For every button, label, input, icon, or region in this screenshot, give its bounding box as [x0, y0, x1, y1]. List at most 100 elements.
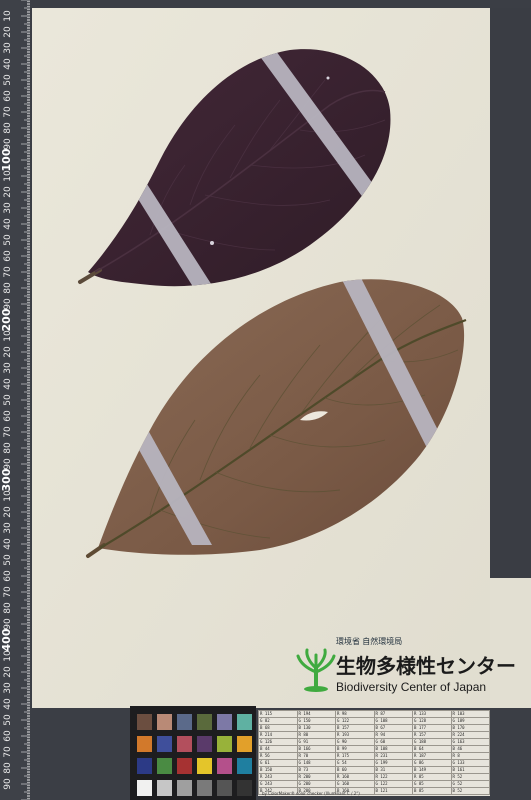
ruler-minor-label: 60: [3, 570, 13, 582]
center-name-english: Biodiversity Center of Japan: [336, 680, 487, 694]
color-table-cell: B 44: [258, 745, 298, 753]
ruler-minor-label: 40: [3, 218, 13, 230]
color-table-row: G 243 G 200 G 160 G 122 G 85 G 52: [258, 780, 490, 788]
color-table-cell: G 128: [412, 717, 452, 725]
ruler-minor-label: 90: [3, 138, 13, 150]
color-table-cell: B 130: [296, 724, 336, 732]
ruler-minor-label: 10: [3, 330, 13, 342]
color-table-cell: B 166: [296, 745, 336, 753]
color-patch: [217, 736, 232, 752]
color-table-cell: R 224: [450, 731, 490, 739]
color-table-cell: B 157: [335, 724, 375, 732]
ruler-minor-label: 90: [3, 458, 13, 470]
color-table-cell: R 8: [450, 752, 490, 760]
color-table-cell: B 150: [258, 766, 298, 774]
color-table-cell: G 60: [373, 738, 413, 746]
color-table-cell: G 189: [450, 717, 490, 725]
color-table-cell: G 52: [450, 780, 490, 788]
color-table-cell: R 85: [412, 773, 452, 781]
color-table-cell: R 193: [335, 731, 375, 739]
color-table-cell: G 108: [373, 717, 413, 725]
ruler-minor-label: 90: [3, 618, 13, 630]
ruler-minor-label: 80: [3, 282, 13, 294]
color-table-cell: G 133: [450, 759, 490, 767]
color-patch: [237, 736, 252, 752]
left-ruler: 1020304050607080901001020304050607080902…: [0, 0, 30, 800]
color-patch: [237, 758, 252, 774]
color-table-cell: R 122: [373, 773, 413, 781]
color-table-cell: G 54: [335, 759, 375, 767]
ruler-minor-label: 40: [3, 538, 13, 550]
color-patch: [217, 758, 232, 774]
ruler-minor-label: 20: [3, 186, 13, 198]
ruler-minor-label: 60: [3, 730, 13, 742]
ruler-minor-label: 90: [3, 778, 13, 790]
color-table-cell: B 73: [296, 766, 336, 774]
color-patch: [137, 758, 152, 774]
ruler-minor-label: 70: [3, 586, 13, 598]
color-patch: [197, 714, 212, 730]
color-table-cell: R 56: [258, 752, 298, 760]
color-table-cell: B 68: [258, 724, 298, 732]
color-table-cell: B 85: [412, 787, 452, 795]
ruler-minor-label: 50: [3, 394, 13, 406]
ruler-minor-label: 20: [3, 666, 13, 678]
color-patch: [217, 714, 232, 730]
color-table-cell: R 157: [412, 731, 452, 739]
color-table-cell: G 148: [296, 759, 336, 767]
ruler-major-label: 300: [0, 468, 13, 491]
right-scanner-edge: [490, 8, 531, 578]
color-table-cell: B 67: [373, 724, 413, 732]
color-table-cell: B 46: [450, 745, 490, 753]
color-table-cell: G 85: [412, 780, 452, 788]
color-patch: [217, 780, 232, 796]
color-patch: [237, 714, 252, 730]
ruler-minor-label: 30: [3, 202, 13, 214]
ruler-minor-label: 90: [3, 298, 13, 310]
color-table-cell: R 243: [258, 773, 298, 781]
color-table-row: G 126 G 91 G 90 G 60 G 188 G 163: [258, 738, 490, 746]
ruler-minor-label: 50: [3, 74, 13, 86]
color-table-cell: R 175: [335, 752, 375, 760]
ruler-minor-label: 60: [3, 410, 13, 422]
color-table-cell: R 103: [450, 710, 490, 718]
color-table-cell: G 163: [450, 738, 490, 746]
ruler-minor-label: 30: [3, 682, 13, 694]
color-table-cell: B 121: [373, 787, 413, 795]
color-table-cell: R 200: [296, 773, 336, 781]
color-table-row: B 68 B 130 B 157 B 67 B 177 B 170: [258, 724, 490, 732]
color-table-cell: R 194: [296, 710, 336, 718]
color-table-cell: B 177: [412, 724, 452, 732]
color-table-cell: G 150: [296, 717, 336, 725]
ruler-minor-label: 60: [3, 250, 13, 262]
ruler-minor-label: 80: [3, 122, 13, 134]
color-table-cell: B 52: [450, 787, 490, 795]
color-table-cell: R 52: [450, 773, 490, 781]
color-table-cell: G 86: [412, 759, 452, 767]
color-table-row: R 115 R 194 R 98 R 87 R 133 R 103: [258, 710, 490, 718]
color-table-cell: B 170: [450, 724, 490, 732]
color-table-row: B 44 B 166 B 99 B 108 B 64 B 46: [258, 745, 490, 753]
color-table-cell: R 87: [373, 710, 413, 718]
ruler-minor-label: 10: [3, 490, 13, 502]
ruler-minor-label: 10: [3, 10, 13, 22]
color-table-cell: B 99: [335, 745, 375, 753]
ruler-minor-label: 10: [3, 170, 13, 182]
color-patch: [137, 736, 152, 752]
color-table-cell: R 231: [373, 752, 413, 760]
color-patch: [177, 780, 192, 796]
color-table-caption: by ColorMaker® color checker (Illuminant…: [262, 791, 360, 796]
ruler-minor-label: 70: [3, 426, 13, 438]
ruler-minor-label: 70: [3, 266, 13, 278]
color-patch: [197, 758, 212, 774]
center-name-japanese: 生物多様性センター: [336, 656, 516, 678]
color-table-cell: R 80: [296, 731, 336, 739]
color-table-cell: G 160: [335, 780, 375, 788]
color-patch: [177, 714, 192, 730]
color-table-cell: R 94: [373, 731, 413, 739]
ruler-minor-label: 60: [3, 90, 13, 102]
color-table-row: B 150 B 73 B 60 B 31 B 149 B 161: [258, 766, 490, 774]
color-table-cell: G 90: [335, 738, 375, 746]
ruler-minor-label: 50: [3, 714, 13, 726]
ruler-minor-label: 30: [3, 522, 13, 534]
